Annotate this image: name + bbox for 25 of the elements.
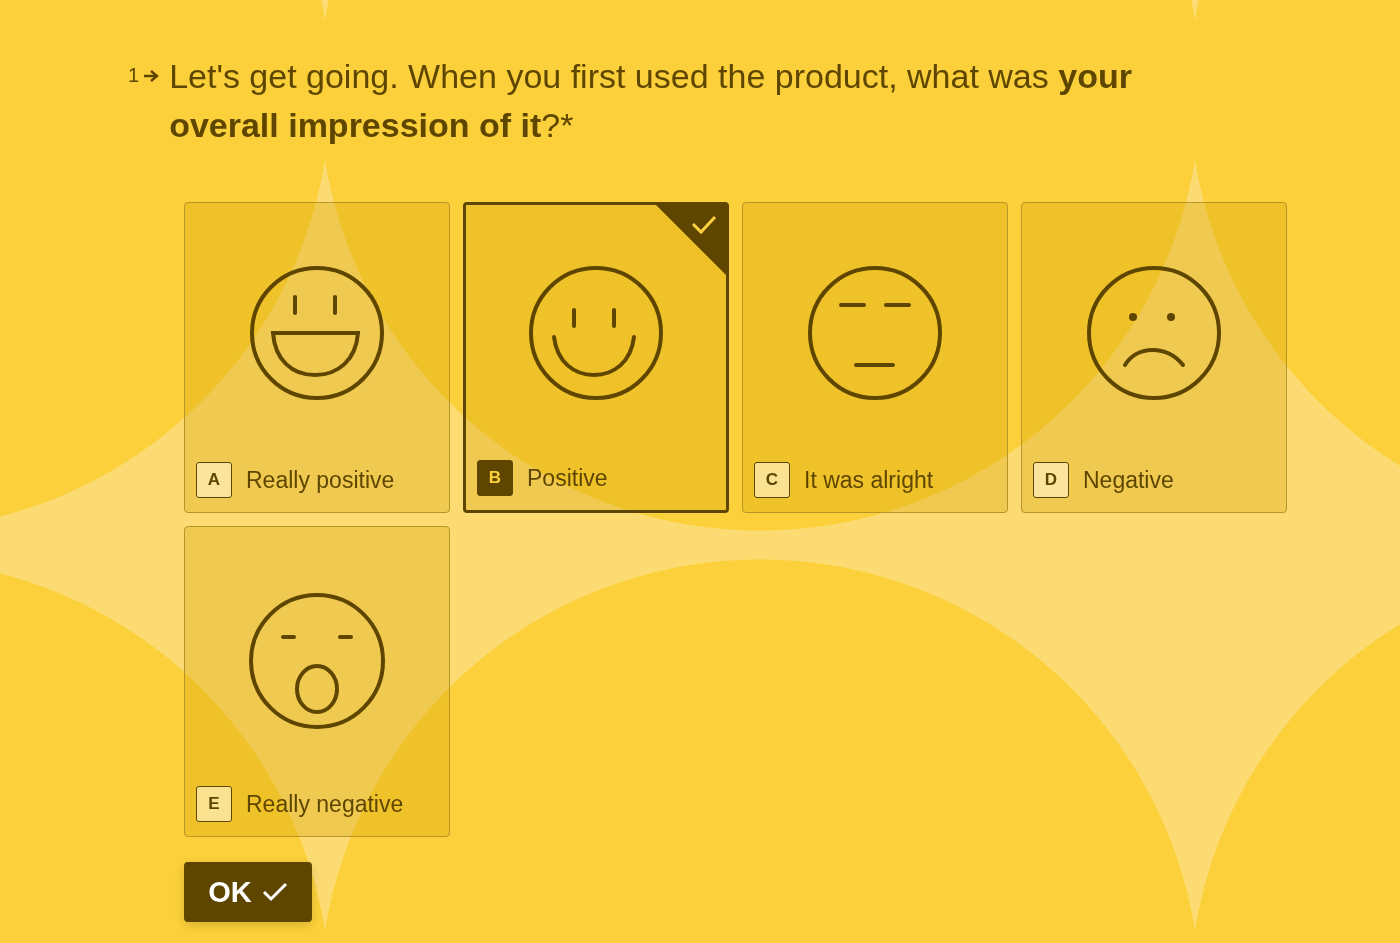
selected-check-corner-icon — [655, 205, 726, 276]
key-hint: E — [196, 786, 232, 822]
option-label: It was alright — [804, 466, 934, 494]
option-label: Positive — [527, 464, 608, 492]
key-hint: C — [754, 462, 790, 498]
option-label: Really positive — [246, 466, 395, 494]
question-text: Let's get going. When you first used the product, what was your overall impression of it?* — [169, 56, 1133, 146]
neutral-face-icon — [806, 265, 944, 401]
check-icon — [261, 882, 288, 902]
answer-option-card[interactable]: E Really negative — [184, 526, 450, 837]
question-number: 1 — [128, 64, 140, 87]
smiling-face-icon — [527, 265, 665, 401]
answer-option-card[interactable]: A Really positive — [184, 202, 450, 513]
answer-option-card[interactable]: D Negative — [1021, 202, 1287, 513]
answer-option-card[interactable]: B Positive — [463, 202, 729, 513]
key-hint: A — [196, 462, 232, 498]
ok-button[interactable]: OK — [184, 862, 312, 922]
sad-face-icon — [1085, 265, 1223, 401]
option-label: Negative — [1083, 466, 1174, 494]
key-hint: B — [477, 460, 513, 496]
arrow-right-icon — [143, 69, 160, 82]
key-hint: D — [1033, 462, 1069, 498]
answer-option-card[interactable]: C It was alright — [742, 202, 1008, 513]
laughing-face-icon — [248, 265, 386, 401]
option-label: Really negative — [246, 790, 404, 818]
